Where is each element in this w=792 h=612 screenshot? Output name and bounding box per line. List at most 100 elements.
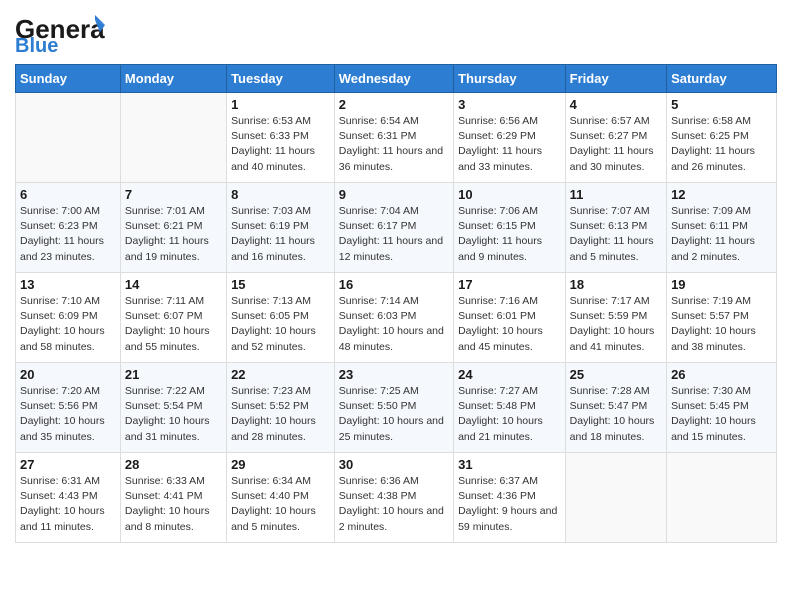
day-info: Sunrise: 7:19 AMSunset: 5:57 PMDaylight:… (671, 294, 772, 355)
day-cell: 25 Sunrise: 7:28 AMSunset: 5:47 PMDayligh… (565, 363, 666, 453)
day-number: 31 (458, 457, 561, 472)
day-number: 28 (125, 457, 222, 472)
day-number: 16 (339, 277, 449, 292)
day-info: Sunrise: 7:30 AMSunset: 5:45 PMDaylight:… (671, 384, 772, 445)
weekday-header-wednesday: Wednesday (334, 65, 453, 93)
day-info: Sunrise: 7:06 AMSunset: 6:15 PMDaylight:… (458, 204, 561, 265)
day-number: 13 (20, 277, 116, 292)
day-cell: 11 Sunrise: 7:07 AMSunset: 6:13 PMDayligh… (565, 183, 666, 273)
day-cell: 22 Sunrise: 7:23 AMSunset: 5:52 PMDayligh… (227, 363, 335, 453)
day-info: Sunrise: 7:13 AMSunset: 6:05 PMDaylight:… (231, 294, 330, 355)
week-row-5: 27 Sunrise: 6:31 AMSunset: 4:43 PMDayligh… (16, 453, 777, 543)
day-number: 25 (570, 367, 662, 382)
day-number: 30 (339, 457, 449, 472)
weekday-header-monday: Monday (120, 65, 226, 93)
day-number: 29 (231, 457, 330, 472)
day-info: Sunrise: 6:57 AMSunset: 6:27 PMDaylight:… (570, 114, 662, 175)
day-info: Sunrise: 7:25 AMSunset: 5:50 PMDaylight:… (339, 384, 449, 445)
svg-text:Blue: Blue (15, 35, 58, 52)
weekday-header-thursday: Thursday (454, 65, 566, 93)
day-info: Sunrise: 6:54 AMSunset: 6:31 PMDaylight:… (339, 114, 449, 175)
day-info: Sunrise: 7:20 AMSunset: 5:56 PMDaylight:… (20, 384, 116, 445)
day-cell: 17Sunrise: 7:16 AMSunset: 6:01 PMDayligh… (454, 273, 566, 363)
day-info: Sunrise: 7:04 AMSunset: 6:17 PMDaylight:… (339, 204, 449, 265)
day-info: Sunrise: 6:31 AMSunset: 4:43 PMDaylight:… (20, 474, 116, 535)
day-cell (120, 93, 226, 183)
day-number: 26 (671, 367, 772, 382)
day-cell: 15 Sunrise: 7:13 AMSunset: 6:05 PMDayligh… (227, 273, 335, 363)
day-cell: 21 Sunrise: 7:22 AMSunset: 5:54 PMDayligh… (120, 363, 226, 453)
logo-icon: General Blue (15, 10, 105, 52)
day-number: 8 (231, 187, 330, 202)
day-cell: 29 Sunrise: 6:34 AMSunset: 4:40 PMDayligh… (227, 453, 335, 543)
day-cell: 4Sunrise: 6:57 AMSunset: 6:27 PMDaylight… (565, 93, 666, 183)
day-cell: 19 Sunrise: 7:19 AMSunset: 5:57 PMDayligh… (667, 273, 777, 363)
day-cell: 26 Sunrise: 7:30 AMSunset: 5:45 PMDayligh… (667, 363, 777, 453)
day-info: Sunrise: 6:37 AMSunset: 4:36 PMDaylight:… (458, 474, 561, 535)
day-number: 6 (20, 187, 116, 202)
page-header: General Blue (15, 10, 777, 56)
day-number: 19 (671, 277, 772, 292)
day-cell (667, 453, 777, 543)
weekday-header-friday: Friday (565, 65, 666, 93)
day-info: Sunrise: 7:17 AMSunset: 5:59 PMDaylight:… (570, 294, 662, 355)
day-info: Sunrise: 7:00 AMSunset: 6:23 PMDaylight:… (20, 204, 116, 265)
day-cell: 31 Sunrise: 6:37 AMSunset: 4:36 PMDayligh… (454, 453, 566, 543)
day-info: Sunrise: 6:58 AMSunset: 6:25 PMDaylight:… (671, 114, 772, 175)
weekday-header-tuesday: Tuesday (227, 65, 335, 93)
day-info: Sunrise: 7:23 AMSunset: 5:52 PMDaylight:… (231, 384, 330, 445)
day-number: 9 (339, 187, 449, 202)
day-info: Sunrise: 6:34 AMSunset: 4:40 PMDaylight:… (231, 474, 330, 535)
day-cell: 30 Sunrise: 6:36 AMSunset: 4:38 PMDayligh… (334, 453, 453, 543)
day-number: 20 (20, 367, 116, 382)
day-number: 7 (125, 187, 222, 202)
day-number: 17 (458, 277, 561, 292)
day-info: Sunrise: 6:56 AMSunset: 6:29 PMDaylight:… (458, 114, 561, 175)
day-number: 12 (671, 187, 772, 202)
day-info: Sunrise: 7:11 AMSunset: 6:07 PMDaylight:… (125, 294, 222, 355)
day-cell: 1 Sunrise: 6:53 AMSunset: 6:33 PMDaylight… (227, 93, 335, 183)
day-info: Sunrise: 7:14 AMSunset: 6:03 PMDaylight:… (339, 294, 449, 355)
weekday-header-sunday: Sunday (16, 65, 121, 93)
day-number: 27 (20, 457, 116, 472)
day-cell (565, 453, 666, 543)
day-cell: 3 Sunrise: 6:56 AMSunset: 6:29 PMDaylight… (454, 93, 566, 183)
weekday-header-saturday: Saturday (667, 65, 777, 93)
day-info: Sunrise: 7:09 AMSunset: 6:11 PMDaylight:… (671, 204, 772, 265)
day-number: 11 (570, 187, 662, 202)
week-row-1: 1 Sunrise: 6:53 AMSunset: 6:33 PMDaylight… (16, 93, 777, 183)
day-cell: 7Sunrise: 7:01 AMSunset: 6:21 PMDaylight… (120, 183, 226, 273)
week-row-4: 20 Sunrise: 7:20 AMSunset: 5:56 PMDayligh… (16, 363, 777, 453)
week-row-3: 13Sunrise: 7:10 AMSunset: 6:09 PMDayligh… (16, 273, 777, 363)
day-number: 1 (231, 97, 330, 112)
day-cell: 8Sunrise: 7:03 AMSunset: 6:19 PMDaylight… (227, 183, 335, 273)
day-cell (16, 93, 121, 183)
day-cell: 10Sunrise: 7:06 AMSunset: 6:15 PMDayligh… (454, 183, 566, 273)
day-number: 23 (339, 367, 449, 382)
day-number: 21 (125, 367, 222, 382)
day-number: 18 (570, 277, 662, 292)
day-number: 14 (125, 277, 222, 292)
day-info: Sunrise: 7:07 AMSunset: 6:13 PMDaylight:… (570, 204, 662, 265)
day-cell: 28Sunrise: 6:33 AMSunset: 4:41 PMDayligh… (120, 453, 226, 543)
day-cell: 18 Sunrise: 7:17 AMSunset: 5:59 PMDayligh… (565, 273, 666, 363)
day-cell: 6 Sunrise: 7:00 AMSunset: 6:23 PMDaylight… (16, 183, 121, 273)
day-cell: 27 Sunrise: 6:31 AMSunset: 4:43 PMDayligh… (16, 453, 121, 543)
day-cell: 13Sunrise: 7:10 AMSunset: 6:09 PMDayligh… (16, 273, 121, 363)
day-number: 22 (231, 367, 330, 382)
day-info: Sunrise: 6:36 AMSunset: 4:38 PMDaylight:… (339, 474, 449, 535)
day-info: Sunrise: 6:53 AMSunset: 6:33 PMDaylight:… (231, 114, 330, 175)
day-number: 3 (458, 97, 561, 112)
day-cell: 20 Sunrise: 7:20 AMSunset: 5:56 PMDayligh… (16, 363, 121, 453)
day-number: 24 (458, 367, 561, 382)
calendar-table: SundayMondayTuesdayWednesdayThursdayFrid… (15, 64, 777, 543)
day-info: Sunrise: 7:22 AMSunset: 5:54 PMDaylight:… (125, 384, 222, 445)
day-cell: 5Sunrise: 6:58 AMSunset: 6:25 PMDaylight… (667, 93, 777, 183)
day-cell: 2Sunrise: 6:54 AMSunset: 6:31 PMDaylight… (334, 93, 453, 183)
logo: General Blue (15, 10, 105, 56)
day-cell: 16 Sunrise: 7:14 AMSunset: 6:03 PMDayligh… (334, 273, 453, 363)
day-number: 15 (231, 277, 330, 292)
day-info: Sunrise: 7:27 AMSunset: 5:48 PMDaylight:… (458, 384, 561, 445)
day-info: Sunrise: 7:28 AMSunset: 5:47 PMDaylight:… (570, 384, 662, 445)
day-cell: 9 Sunrise: 7:04 AMSunset: 6:17 PMDaylight… (334, 183, 453, 273)
